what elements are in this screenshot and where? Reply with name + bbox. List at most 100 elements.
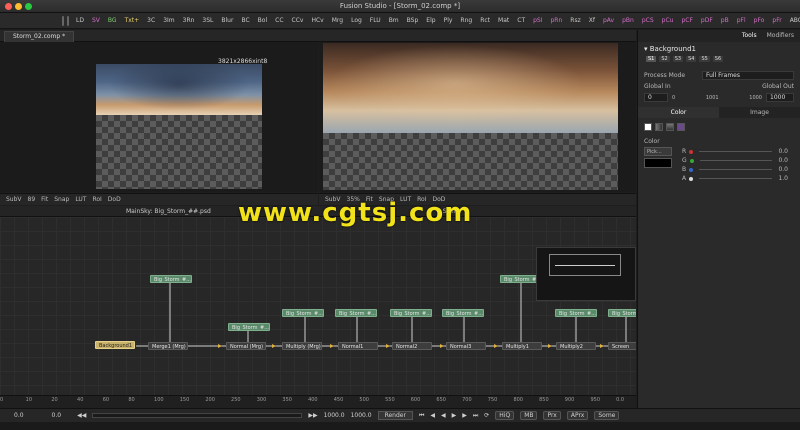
tool-button-rng[interactable]: Rng [456,13,476,28]
tool-button-ld[interactable]: LD [72,13,88,28]
tool-button-pcf[interactable]: pCF [677,13,696,28]
multiply-node[interactable]: Multiply (Mrg) [282,342,322,350]
process-mode-select[interactable]: Full Frames [702,71,794,80]
tool-button-xf[interactable]: Xf [585,13,599,28]
layout-icon[interactable] [67,15,69,26]
channel-value-r[interactable]: 0.0 [778,148,788,155]
play-icon[interactable]: ▶ [452,412,457,419]
tool-button-bm[interactable]: Bm [385,13,403,28]
multiply1-node[interactable]: Multiply1 [502,342,542,350]
version-slot-s4[interactable]: S4 [686,56,697,62]
version-slot-s1[interactable]: S1 [646,56,657,62]
play-reverse-icon[interactable]: ◀ [441,412,446,419]
channel-slider-b[interactable] [699,169,773,170]
channel-value-b[interactable]: 0.0 [778,166,788,173]
tool-button-ccv[interactable]: CCv [288,13,308,28]
normal3-node[interactable]: Normal3 [446,342,486,350]
aprx-button[interactable]: APrx [566,411,589,420]
loop-icon[interactable]: ⟳ [484,412,489,419]
version-slot-s3[interactable]: S3 [672,56,684,62]
tool-button-bg[interactable]: BG [104,13,121,28]
tool-button-pfl[interactable]: pFl [733,13,750,28]
vertical-gradient-icon[interactable] [666,123,674,131]
viewer-left-control-roi-5[interactable]: RoI [92,196,101,203]
version-slot-s2[interactable]: S2 [659,56,670,62]
version-slot-s6[interactable]: S6 [712,56,724,62]
screen-node[interactable]: Screen [608,342,636,350]
loader-node-big-storm-4[interactable]: Big_Storm_#... [335,309,377,317]
global-range-slider[interactable]: 0 1001 1000 [672,95,762,101]
tool-button-elp[interactable]: Elp [422,13,439,28]
channel-slider-g[interactable] [699,160,773,161]
global-out-field[interactable]: 1000 [766,93,794,102]
channel-slider-a[interactable] [699,178,773,179]
tool-button-3sl[interactable]: 3SL [198,13,217,28]
tool-button-bc[interactable]: BC [237,13,253,28]
viewer-left-control-lut-4[interactable]: LUT [75,196,86,203]
viewer-right[interactable] [319,42,636,192]
skip-to-end-icon[interactable]: ⏭ [473,412,478,420]
time-slider[interactable] [92,413,303,418]
loader-node-big-storm-2[interactable]: Big_Storm_#... [228,323,270,331]
prx-button[interactable]: Prx [543,411,561,420]
tool-button-bol[interactable]: Bol [254,13,271,28]
global-end-time[interactable]: 1000.0 [351,412,372,419]
solid-color-icon[interactable] [644,123,652,131]
skip-to-start-icon[interactable]: ⏮ [419,412,424,420]
channel-value-g[interactable]: 0.0 [778,157,788,164]
viewer-left-control-89-1[interactable]: 89 [28,196,36,203]
pick-button[interactable]: Pick... [644,147,672,156]
color-swatch[interactable] [644,158,672,168]
channel-slider-r[interactable] [699,151,773,152]
tool-button-cc[interactable]: CC [271,13,287,28]
viewer-left-control-dod-6[interactable]: DoD [108,196,121,203]
loader-node-big-storm-9[interactable]: Big_Storm... [608,309,636,317]
tool-button-abc[interactable]: ABC [786,13,800,28]
tab-tools[interactable]: Tools [742,30,757,42]
render-end-time[interactable]: 1000.0 [324,412,345,419]
comp-tab[interactable]: Storm_02.comp * [4,31,75,42]
tool-button-bsp[interactable]: BSp [403,13,423,28]
normal1-node[interactable]: Normal1 [338,342,378,350]
global-in-field[interactable]: 0 [644,93,668,102]
tool-button-pcu[interactable]: pCu [658,13,678,28]
bins-icon[interactable] [62,15,64,26]
tool-button-pfr[interactable]: pFr [768,13,785,28]
step-forward-icon[interactable]: ▶ [462,412,467,419]
tool-button-log[interactable]: Log [347,13,366,28]
hiq-button[interactable]: HiQ [495,411,515,420]
background-node[interactable]: Background1 [95,341,135,349]
horizontal-gradient-icon[interactable] [655,123,663,131]
viewer-left[interactable]: 3821x2866xint8 [0,42,318,192]
tool-button-pdf[interactable]: pDF [697,13,717,28]
normal-node[interactable]: Normal (Mrg) [226,342,266,350]
tool-button-rct[interactable]: Rct [476,13,494,28]
channel-value-a[interactable]: 1.0 [778,175,788,182]
tool-button-mrg[interactable]: Mrg [328,13,347,28]
tool-button-ply[interactable]: Ply [440,13,457,28]
global-start-time[interactable]: 0.0 [14,412,24,419]
tool-button-pfo[interactable]: pFo [750,13,769,28]
rewind-icon[interactable]: ◀◀ [77,412,86,419]
tool-button-pbn[interactable]: pBn [618,13,638,28]
loader-node-big-storm-3[interactable]: Big_Storm_#... [282,309,324,317]
tool-button-pcs[interactable]: pCS [638,13,658,28]
fast-forward-icon[interactable]: ▶▶ [308,412,317,419]
viewer-left-control-subv-0[interactable]: SubV [6,196,22,203]
render-button[interactable]: Render [377,411,413,420]
loader-node-big-storm-1[interactable]: Big_Storm_#... [150,275,192,283]
tab-image[interactable]: Image [719,107,800,118]
tool-button-hcv[interactable]: HCv [307,13,327,28]
time-ruler[interactable]: 0 10 20 40 60 80 100 150 200 250 300 350 400 450 500 55… [0,395,636,408]
tool-button-txt[interactable]: Txt+ [121,13,144,28]
step-back-icon[interactable]: ◀ [430,412,435,419]
tool-button-psi[interactable]: pSI [529,13,546,28]
merge-node[interactable]: Merge1 (Mrg) [148,342,188,350]
four-corner-icon[interactable] [677,123,685,131]
loader-node-big-storm-8[interactable]: Big_Storm_#... [555,309,597,317]
tool-button-ct[interactable]: CT [513,13,529,28]
tab-color[interactable]: Color [638,107,719,118]
node-flow[interactable]: Big_Storm_#... Big_Storm_#... Big_Storm_… [0,217,636,395]
loader-node-big-storm-6[interactable]: Big_Storm_#... [442,309,484,317]
flow-navigator[interactable] [536,247,636,301]
